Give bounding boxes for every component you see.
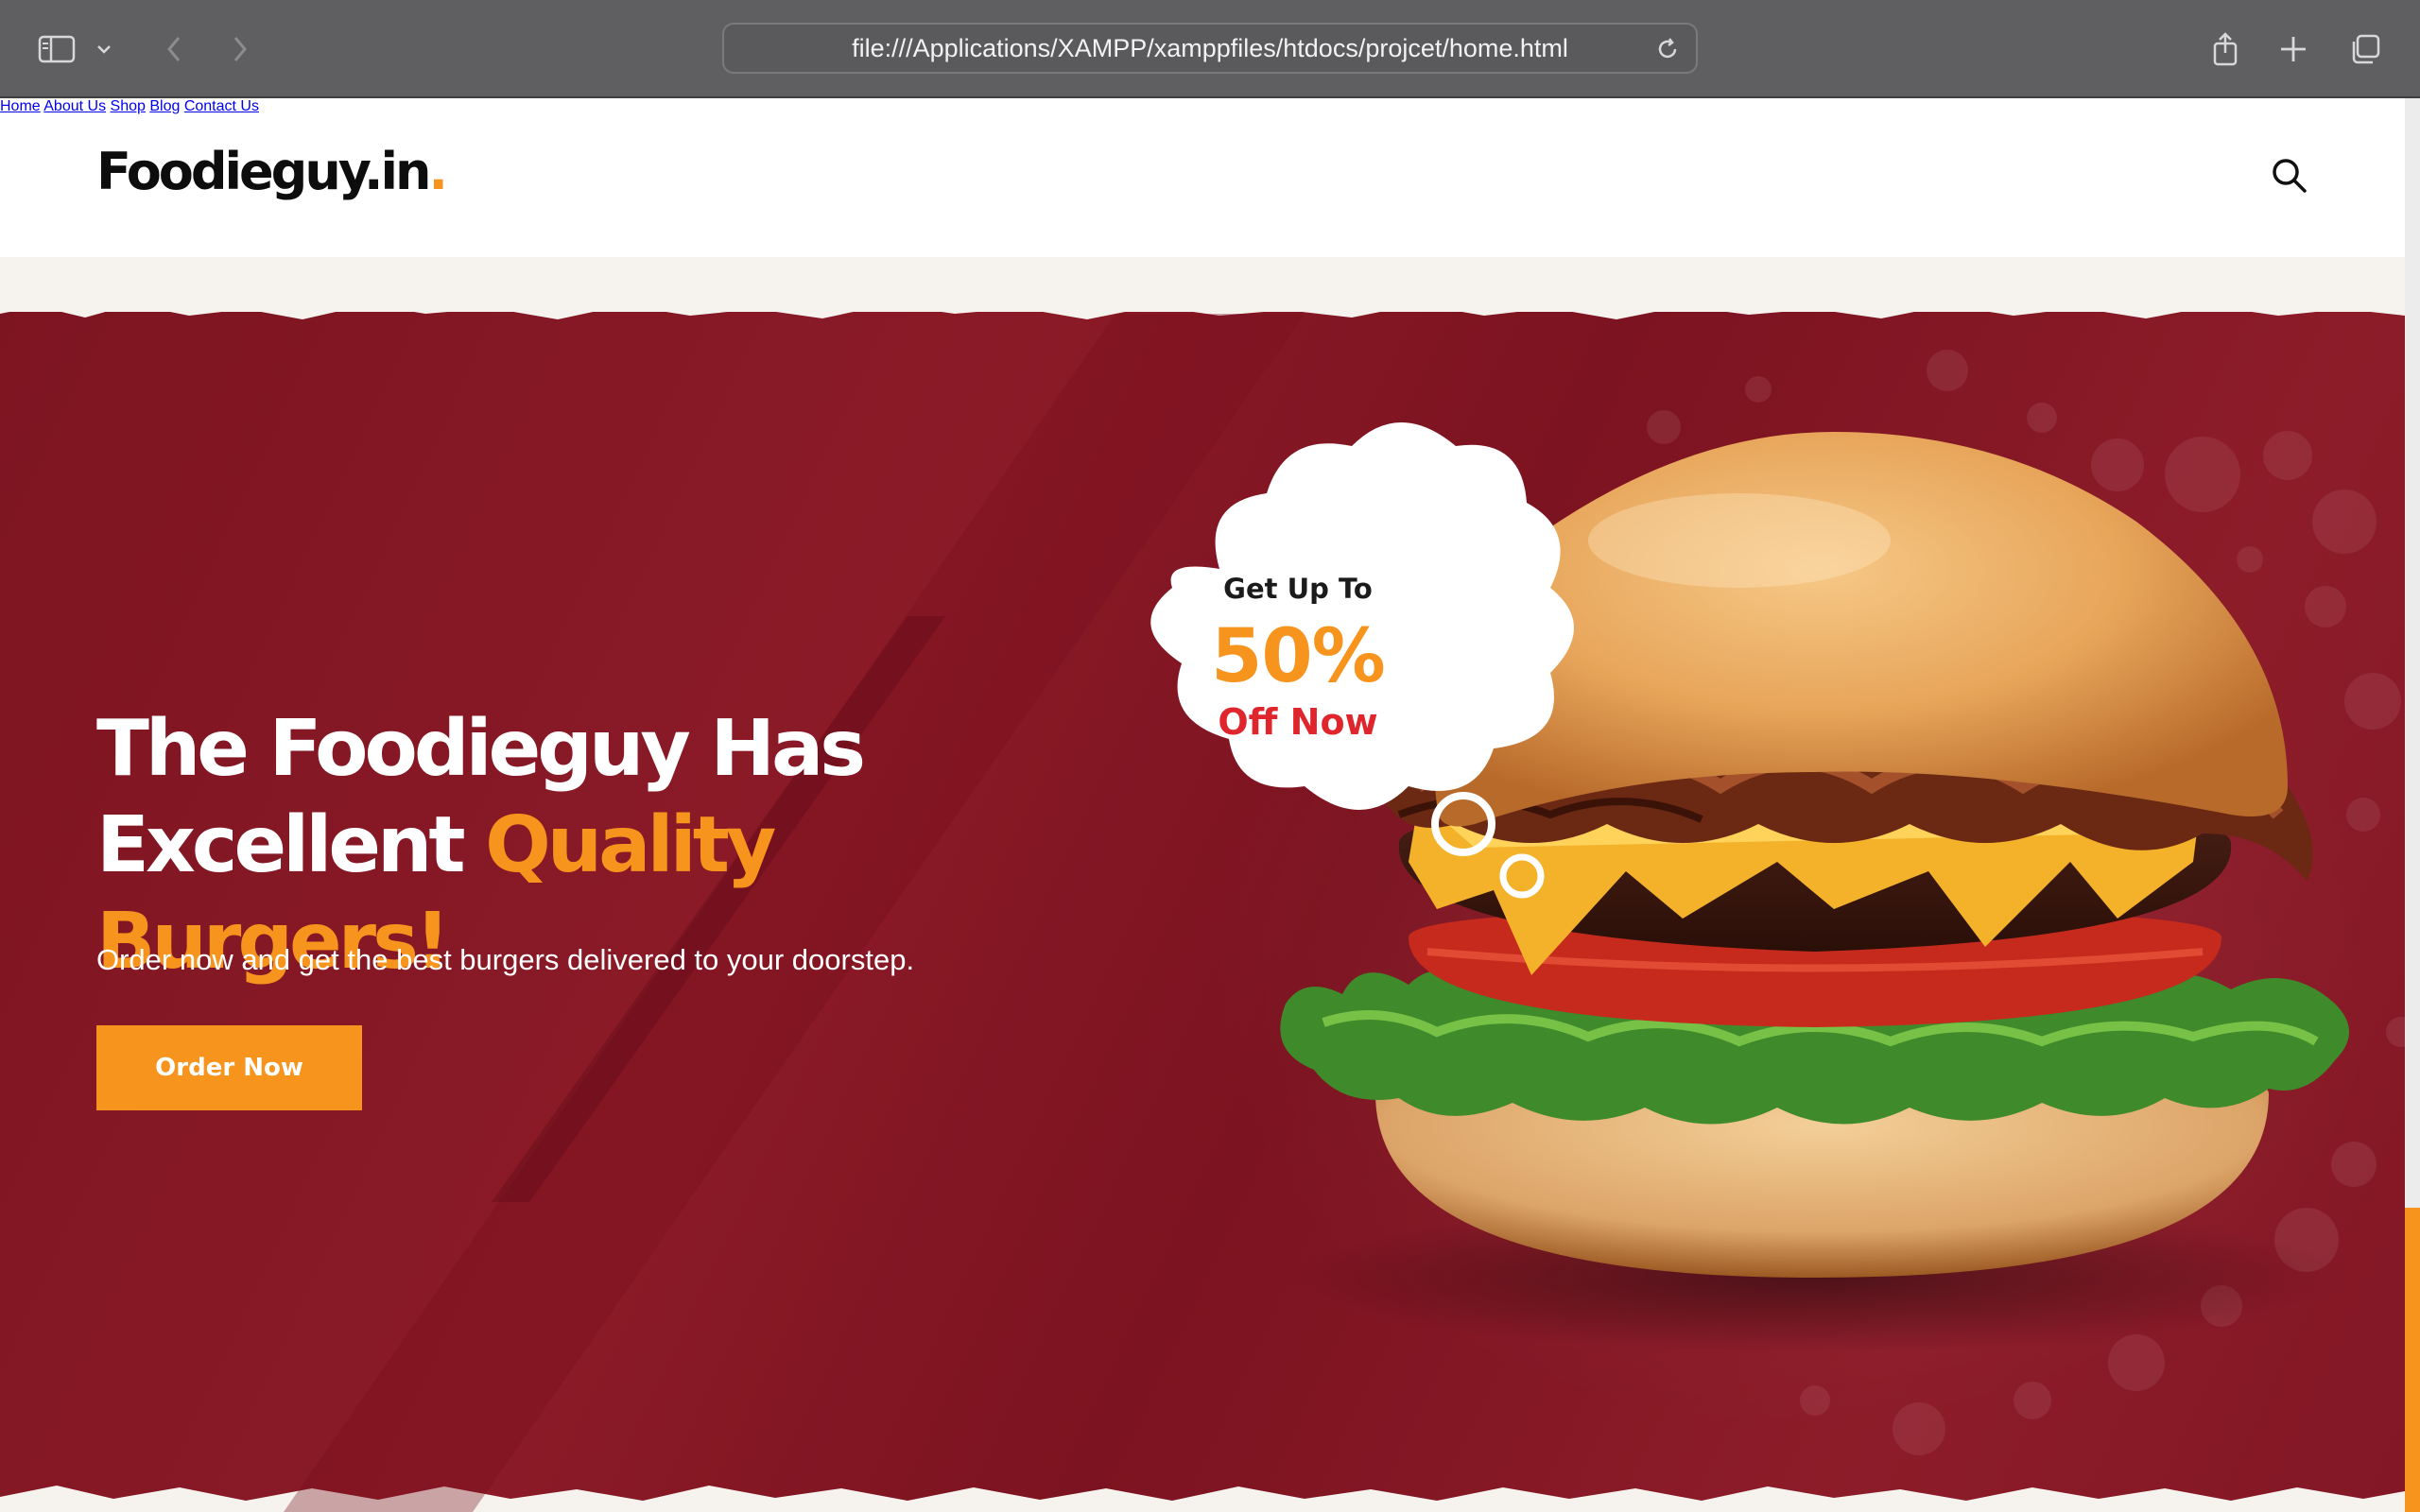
search-icon[interactable] — [2271, 157, 2308, 195]
nav-blog[interactable]: Blog — [149, 98, 180, 114]
sidebar-icon[interactable] — [32, 25, 81, 74]
headline-line2-plain: Excellent — [96, 800, 486, 890]
new-tab-icon[interactable] — [2269, 25, 2318, 74]
back-icon[interactable] — [149, 25, 199, 74]
forward-icon[interactable] — [216, 25, 265, 74]
address-bar[interactable]: file:///Applications/XAMPP/xamppfiles/ht… — [722, 23, 1698, 74]
promo-line1: Get Up To — [1223, 573, 1373, 605]
site-header: Foodieguy.in. Home About Us Shop Blog Co… — [0, 98, 2405, 257]
nav-home[interactable]: Home — [0, 98, 41, 114]
main-nav: Home About Us Shop Blog Contact Us — [0, 98, 2405, 115]
nav-contact[interactable]: Contact Us — [184, 98, 259, 114]
reload-icon[interactable] — [1654, 36, 1681, 62]
scrollbar-thumb[interactable] — [2405, 1208, 2420, 1512]
browser-toolbar: file:///Applications/XAMPP/xamppfiles/ht… — [0, 0, 2420, 98]
share-icon[interactable] — [2201, 25, 2250, 74]
promo-percent: 50% — [1211, 614, 1386, 699]
nav-about[interactable]: About Us — [43, 98, 106, 114]
hero-section: The Foodieguy Has Excellent Quality Burge… — [0, 257, 2405, 1512]
headline-line1: The Foodieguy Has — [96, 704, 866, 794]
nav-shop[interactable]: Shop — [111, 98, 146, 114]
site-logo[interactable]: Foodieguy.in. — [96, 142, 448, 201]
promo-line3: Off Now — [1218, 701, 1378, 743]
chevron-down-icon[interactable] — [87, 25, 121, 74]
url-text: file:///Applications/XAMPP/xamppfiles/ht… — [852, 33, 1568, 62]
hero-subtitle: Order now and get the best burgers deliv… — [96, 943, 915, 976]
logo-text: Foodieguy.in — [96, 142, 431, 201]
logo-dot: . — [428, 142, 448, 201]
order-now-button[interactable]: Order Now — [96, 1025, 362, 1110]
tabs-overview-icon[interactable] — [2341, 25, 2390, 74]
